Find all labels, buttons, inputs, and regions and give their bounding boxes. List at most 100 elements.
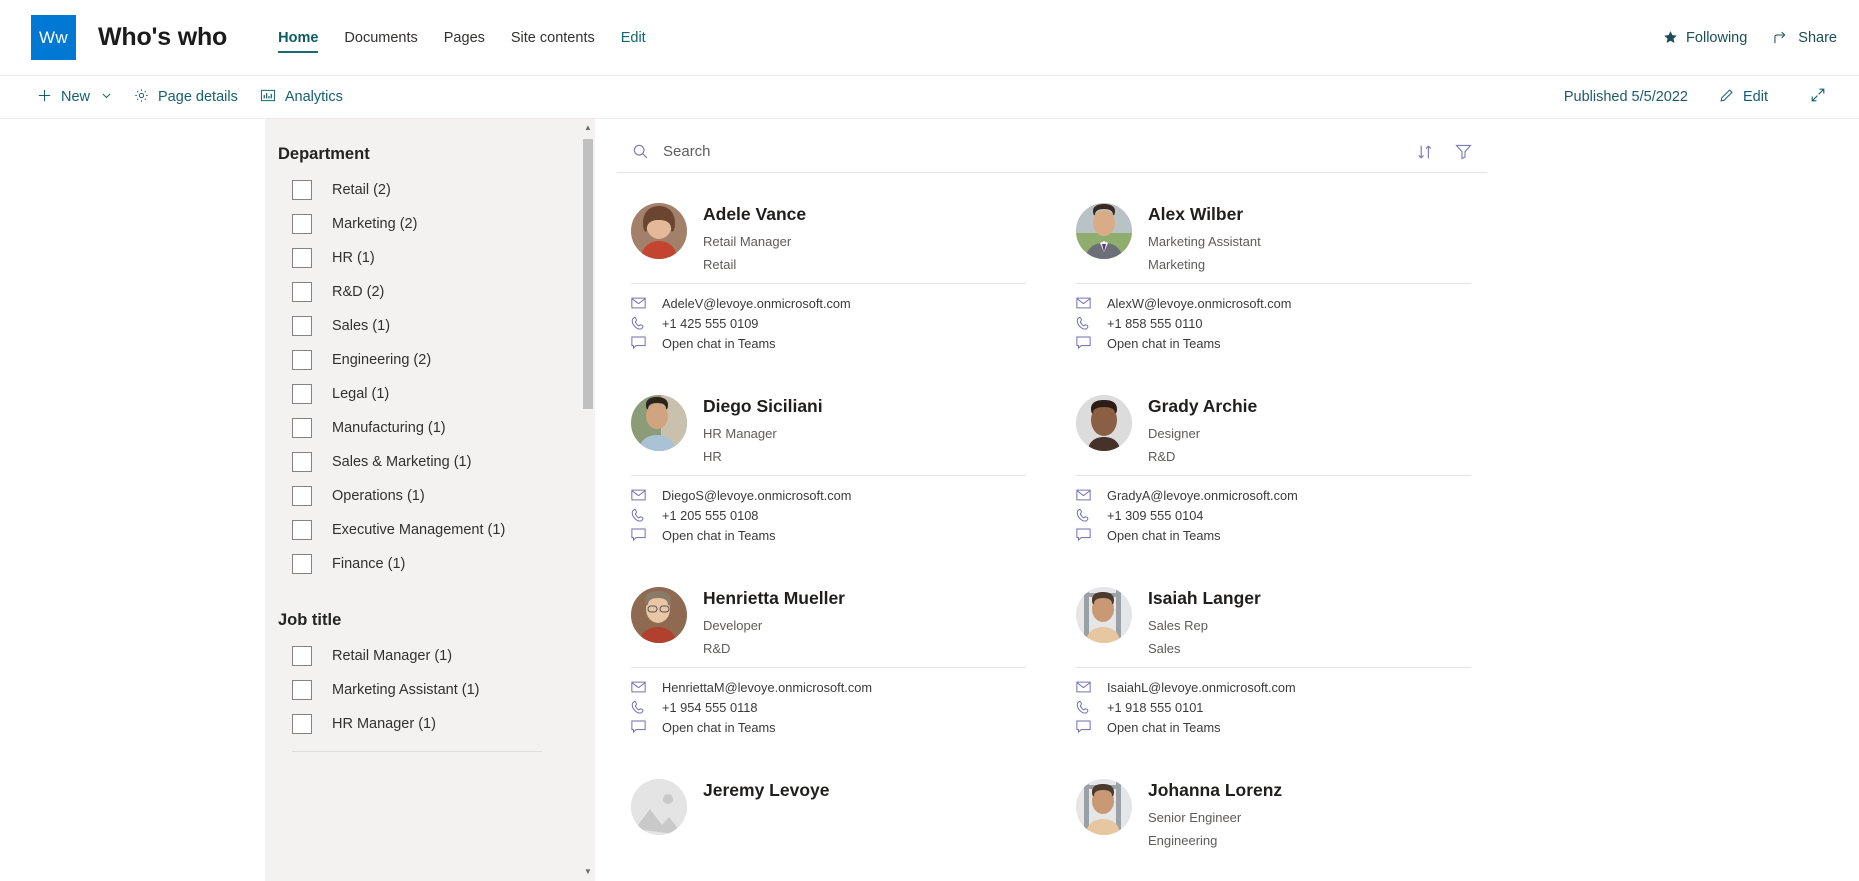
checkbox[interactable] xyxy=(292,452,312,472)
teams-chat-row[interactable]: Open chat in Teams xyxy=(631,333,1026,353)
share-button[interactable]: Share xyxy=(1773,30,1837,46)
page-details-button[interactable]: Page details xyxy=(123,79,249,115)
scroll-down-arrow[interactable]: ▼ xyxy=(581,865,595,879)
avatar xyxy=(1076,587,1132,643)
nav-item-documents-label: Documents xyxy=(344,29,418,46)
checkbox[interactable] xyxy=(292,554,312,574)
filter-item-legal[interactable]: Legal (1) xyxy=(278,377,595,411)
filter-item-finance[interactable]: Finance (1) xyxy=(278,547,595,581)
teams-chat-row[interactable]: Open chat in Teams xyxy=(631,525,1026,545)
page-body: Department Retail (2) Marketing (2) HR (… xyxy=(0,119,1859,881)
phone-icon xyxy=(631,316,649,331)
edit-page-button[interactable]: Edit xyxy=(1708,79,1779,115)
person-card[interactable]: Adele Vance Retail Manager Retail AdeleV… xyxy=(617,189,1042,365)
checkbox[interactable] xyxy=(292,418,312,438)
checkbox[interactable] xyxy=(292,520,312,540)
scrollbar-thumb[interactable] xyxy=(583,139,593,409)
filter-panel-scrollbar[interactable]: ▲ ▼ xyxy=(581,119,595,881)
person-card[interactable]: Henrietta Mueller Developer R&D Henriett… xyxy=(617,573,1042,749)
email-row[interactable]: HenriettaM@levoye.onmicrosoft.com xyxy=(631,677,1026,697)
phone-text: +1 309 555 0104 xyxy=(1107,507,1204,523)
filter-item-hr[interactable]: HR (1) xyxy=(278,241,595,275)
nav-item-home[interactable]: Home xyxy=(265,15,331,61)
checkbox[interactable] xyxy=(292,282,312,302)
nav-item-edit[interactable]: Edit xyxy=(608,15,659,61)
following-button[interactable]: Following xyxy=(1663,30,1747,46)
filter-label: Retail Manager (1) xyxy=(332,648,453,664)
filter-item-engineering[interactable]: Engineering (2) xyxy=(278,343,595,377)
person-card[interactable]: Alex Wilber Marketing Assistant Marketin… xyxy=(1062,189,1487,365)
person-card[interactable]: Grady Archie Designer R&D GradyA@levoye.… xyxy=(1062,381,1487,557)
checkbox[interactable] xyxy=(292,680,312,700)
checkbox[interactable] xyxy=(292,646,312,666)
email-row[interactable]: AdeleV@levoye.onmicrosoft.com xyxy=(631,293,1026,313)
analytics-button[interactable]: Analytics xyxy=(249,79,354,115)
filter-item-retail-manager[interactable]: Retail Manager (1) xyxy=(278,639,595,673)
email-row[interactable]: GradyA@levoye.onmicrosoft.com xyxy=(1076,485,1471,505)
filter-item-marketing[interactable]: Marketing (2) xyxy=(278,207,595,241)
nav-item-documents[interactable]: Documents xyxy=(331,15,430,61)
checkbox[interactable] xyxy=(292,714,312,734)
person-card[interactable]: Diego Siciliani HR Manager HR DiegoS@lev… xyxy=(617,381,1042,557)
teams-chat-row[interactable]: Open chat in Teams xyxy=(1076,525,1471,545)
filter-item-executive-management[interactable]: Executive Management (1) xyxy=(278,513,595,547)
phone-text: +1 425 555 0109 xyxy=(662,315,759,331)
checkbox[interactable] xyxy=(292,214,312,234)
person-card[interactable]: Johanna Lorenz Senior Engineer Engineeri… xyxy=(1062,765,1487,881)
person-job-title: Developer xyxy=(703,618,763,633)
phone-row[interactable]: +1 425 555 0109 xyxy=(631,313,1026,333)
person-name: Johanna Lorenz xyxy=(1148,780,1283,800)
checkbox[interactable] xyxy=(292,486,312,506)
sort-icon[interactable] xyxy=(1416,143,1434,161)
person-card[interactable]: Jeremy Levoye xyxy=(617,765,1042,881)
nav-item-site-contents[interactable]: Site contents xyxy=(498,15,608,61)
phone-row[interactable]: +1 918 555 0101 xyxy=(1076,697,1471,717)
phone-row[interactable]: +1 205 555 0108 xyxy=(631,505,1026,525)
person-department: Sales xyxy=(1148,641,1181,656)
phone-row[interactable]: +1 858 555 0110 xyxy=(1076,313,1471,333)
search-bar xyxy=(617,131,1487,173)
teams-chat-row[interactable]: Open chat in Teams xyxy=(1076,333,1471,353)
search-input[interactable] xyxy=(661,142,1416,161)
email-row[interactable]: DiegoS@levoye.onmicrosoft.com xyxy=(631,485,1026,505)
fullscreen-button[interactable] xyxy=(1799,79,1837,115)
filter-item-retail[interactable]: Retail (2) xyxy=(278,173,595,207)
checkbox[interactable] xyxy=(292,350,312,370)
site-title[interactable]: Who's who xyxy=(98,23,227,52)
scroll-up-arrow[interactable]: ▲ xyxy=(581,121,595,135)
checkbox[interactable] xyxy=(292,180,312,200)
filter-item-manufacturing[interactable]: Manufacturing (1) xyxy=(278,411,595,445)
filter-icon[interactable] xyxy=(1454,142,1473,161)
checkbox[interactable] xyxy=(292,384,312,404)
phone-row[interactable]: +1 309 555 0104 xyxy=(1076,505,1471,525)
site-logo[interactable]: Ww xyxy=(31,15,76,60)
pencil-icon xyxy=(1719,88,1734,107)
person-job-title: HR Manager xyxy=(703,426,777,441)
email-row[interactable]: AlexW@levoye.onmicrosoft.com xyxy=(1076,293,1471,313)
teams-chat-row[interactable]: Open chat in Teams xyxy=(1076,717,1471,737)
email-text: AlexW@levoye.onmicrosoft.com xyxy=(1107,295,1292,311)
phone-text: +1 205 555 0108 xyxy=(662,507,759,523)
filter-item-sales[interactable]: Sales (1) xyxy=(278,309,595,343)
person-card[interactable]: Isaiah Langer Sales Rep Sales IsaiahL@le… xyxy=(1062,573,1487,749)
new-button[interactable]: New xyxy=(26,79,123,115)
email-row[interactable]: IsaiahL@levoye.onmicrosoft.com xyxy=(1076,677,1471,697)
chat-icon xyxy=(631,720,649,734)
filter-item-sales-marketing[interactable]: Sales & Marketing (1) xyxy=(278,445,595,479)
checkbox[interactable] xyxy=(292,316,312,336)
avatar xyxy=(631,395,687,451)
nav-item-pages[interactable]: Pages xyxy=(431,15,498,61)
filter-item-marketing-assistant[interactable]: Marketing Assistant (1) xyxy=(278,673,595,707)
filter-group-title-department: Department xyxy=(278,145,370,163)
filter-item-hr-manager[interactable]: HR Manager (1) xyxy=(278,707,595,741)
teams-chat-row[interactable]: Open chat in Teams xyxy=(631,717,1026,737)
chat-icon xyxy=(1076,720,1094,734)
page-details-label: Page details xyxy=(158,89,238,105)
phone-row[interactable]: +1 954 555 0118 xyxy=(631,697,1026,717)
filter-item-rnd[interactable]: R&D (2) xyxy=(278,275,595,309)
filter-label: HR Manager (1) xyxy=(332,716,436,732)
checkbox[interactable] xyxy=(292,248,312,268)
filter-label: Manufacturing (1) xyxy=(332,420,446,436)
filter-item-operations[interactable]: Operations (1) xyxy=(278,479,595,513)
filter-label: Finance (1) xyxy=(332,556,406,572)
